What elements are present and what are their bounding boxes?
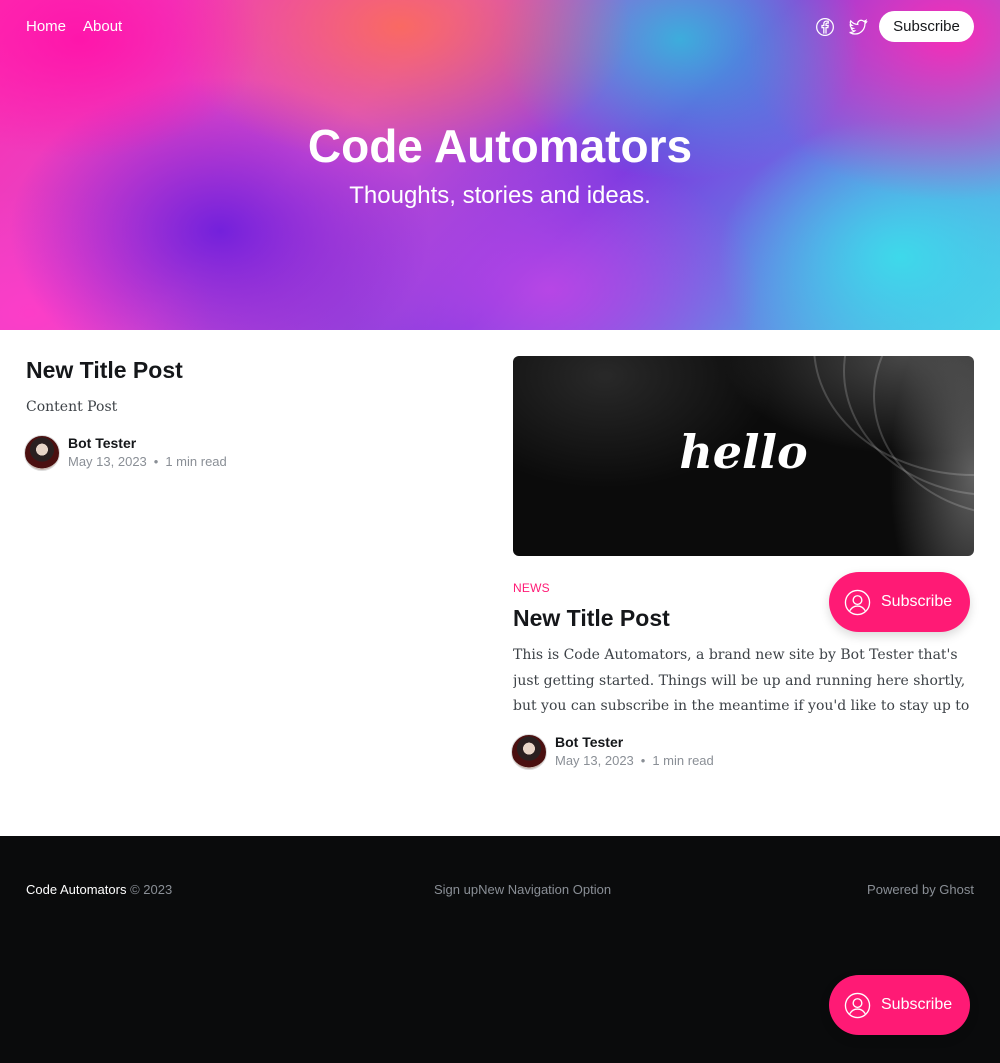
post-meta: Bot Tester May 13, 2023 • 1 min read: [511, 734, 714, 770]
post-excerpt[interactable]: This is Code Automators, a brand new sit…: [513, 643, 973, 719]
account-icon: [844, 992, 871, 1018]
copyright-text: © 2023: [126, 882, 173, 897]
site-description: Thoughts, stories and ideas.: [349, 182, 651, 209]
twitter-icon[interactable]: [847, 16, 869, 38]
meta-separator: •: [153, 454, 159, 469]
footer-copyright: Code Automators © 2023: [26, 881, 172, 899]
footer-nav-signup[interactable]: Sign up: [434, 881, 478, 899]
footer-site-link[interactable]: Code Automators: [26, 882, 126, 897]
footer-nav-new-option[interactable]: New Navigation Option: [478, 881, 611, 899]
post-tag[interactable]: NEWS: [513, 580, 550, 596]
read-time: 1 min read: [652, 753, 714, 768]
avatar[interactable]: [511, 734, 547, 770]
main-nav: Home About: [26, 17, 122, 37]
avatar[interactable]: [24, 435, 60, 471]
nav-item-about[interactable]: About: [83, 17, 122, 37]
account-icon: [844, 589, 871, 615]
post-excerpt[interactable]: Content Post: [26, 397, 117, 417]
site-title: Code Automators: [307, 120, 693, 172]
portal-subscribe-label: Subscribe: [881, 593, 953, 610]
author-name[interactable]: Bot Tester: [68, 435, 227, 452]
footer-nav: Sign up New Navigation Option: [434, 881, 611, 899]
post-feature-image[interactable]: hello: [513, 356, 974, 556]
meta-separator: •: [640, 753, 646, 768]
post-title[interactable]: New Title Post: [513, 602, 670, 634]
site-header: Home About Subscribe Code Automators Tho…: [0, 0, 1000, 330]
powered-by-link[interactable]: Powered by Ghost: [867, 881, 974, 899]
header-subscribe-button[interactable]: Subscribe: [879, 11, 974, 42]
portal-subscribe-button[interactable]: Subscribe: [829, 975, 970, 1035]
read-time: 1 min read: [165, 454, 227, 469]
portal-subscribe-label: Subscribe: [881, 996, 953, 1013]
post-date: May 13, 2023: [555, 753, 634, 768]
nav-item-home[interactable]: Home: [26, 17, 66, 37]
post-title[interactable]: New Title Post: [26, 354, 183, 386]
post-date: May 13, 2023: [68, 454, 147, 469]
author-name[interactable]: Bot Tester: [555, 734, 714, 751]
post-meta: Bot Tester May 13, 2023 • 1 min read: [24, 435, 227, 471]
facebook-icon[interactable]: [814, 16, 836, 38]
portal-subscribe-button[interactable]: Subscribe: [829, 572, 970, 632]
feature-image-text: hello: [679, 425, 808, 479]
